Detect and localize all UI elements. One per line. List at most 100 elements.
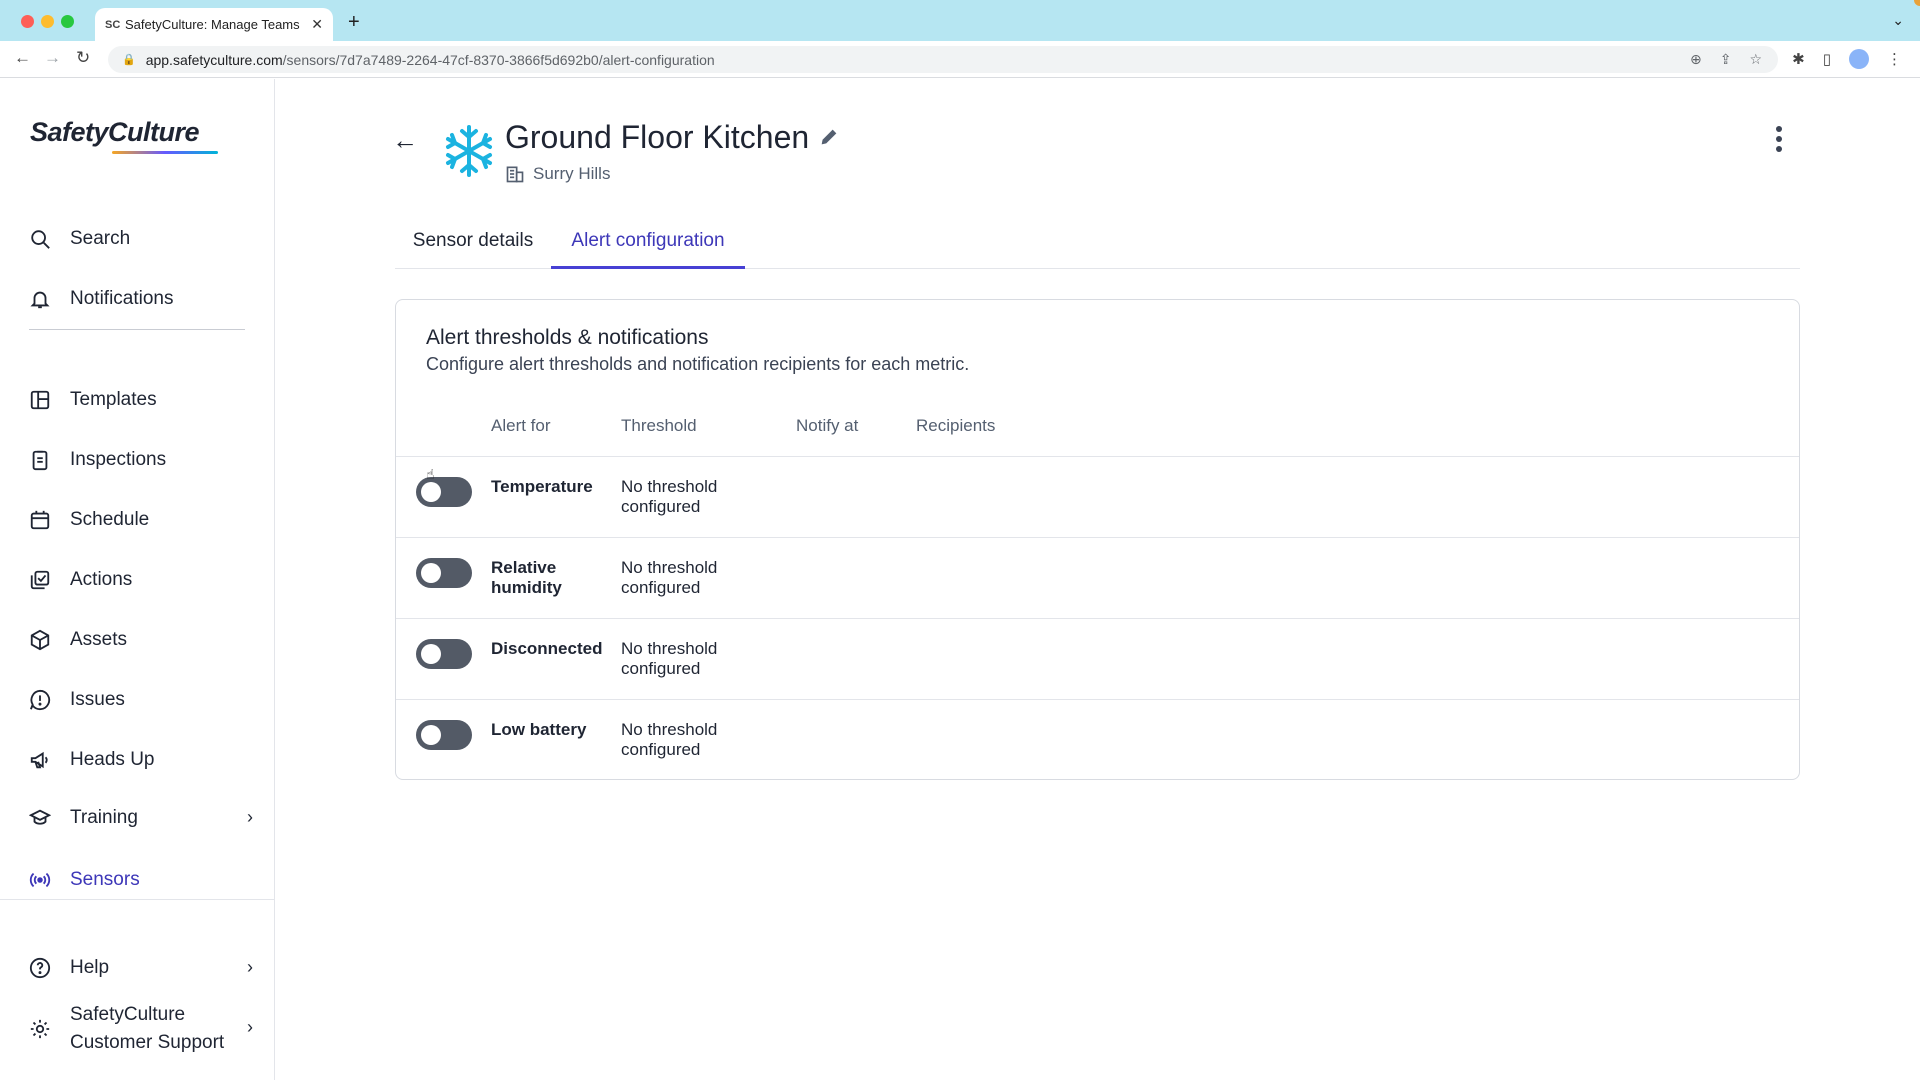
threshold-value: No threshold configured [621, 558, 718, 597]
sidebar: SafetyCulture Search Notifications Templ… [0, 79, 275, 1080]
zoom-icon[interactable]: ⊕ [1690, 51, 1702, 68]
window-maximize-button[interactable] [61, 15, 74, 28]
tab-close-icon[interactable]: ✕ [311, 16, 323, 33]
address-bar[interactable]: 🔒 app.safetyculture.com/sensors/7d7a7489… [108, 46, 1778, 73]
sidebar-item-label: Notifications [70, 288, 174, 309]
tab-sensor-details[interactable]: Sensor details [395, 225, 551, 269]
clipboard-icon [28, 448, 52, 472]
temperature-alert-toggle[interactable] [416, 477, 472, 507]
sidebar-item-label: Help [70, 957, 110, 978]
tab-bar: Sensor details Alert configuration [395, 225, 1800, 269]
url-text: app.safetyculture.com/sensors/7d7a7489-2… [145, 51, 715, 68]
threshold-value: No threshold configured [621, 639, 718, 678]
alert-row-relative-humidity: Relative humidity No threshold configured [396, 537, 1799, 618]
card-description: Configure alert thresholds and notificat… [426, 354, 970, 374]
threshold-value: No threshold configured [621, 477, 718, 516]
forward-icon[interactable]: → [44, 48, 61, 68]
side-panel-icon[interactable]: ▯ [1823, 50, 1831, 68]
back-icon[interactable]: ← [14, 48, 31, 68]
browser-tab-bar: SC SafetyCulture: Manage Teams ✕ + ⌄ [0, 0, 1920, 41]
logo-underline [112, 151, 218, 154]
sensor-icon [28, 868, 52, 892]
sidebar-item-assets[interactable]: Assets [28, 620, 253, 660]
profile-avatar[interactable] [1849, 49, 1869, 69]
sidebar-item-help[interactable]: Help › [28, 948, 253, 988]
disconnected-alert-toggle[interactable] [416, 639, 472, 669]
extensions-puzzle-icon[interactable]: ✱ [1792, 50, 1805, 68]
site-label[interactable]: Surry Hills [533, 164, 610, 184]
sidebar-item-search[interactable]: Search [28, 219, 253, 259]
column-header-threshold: Threshold [621, 416, 697, 435]
sidebar-item-label: Training [70, 807, 138, 828]
building-icon [506, 166, 524, 183]
column-header-recipients: Recipients [916, 416, 996, 435]
sidebar-item-inspections[interactable]: Inspections [28, 440, 253, 480]
search-icon [28, 227, 52, 251]
page-title: Ground Floor Kitchen [505, 119, 810, 155]
sidebar-item-templates[interactable]: Templates [28, 380, 253, 420]
organization-label: SafetyCulture Customer Support [70, 1004, 225, 1053]
sidebar-item-notifications[interactable]: Notifications [28, 279, 253, 319]
snowflake-icon [446, 125, 492, 177]
sidebar-item-label: Actions [70, 569, 133, 590]
corner-indicator [1914, 0, 1920, 6]
browser-menu-icon[interactable]: ⋮ [1887, 50, 1902, 68]
window-close-button[interactable] [21, 15, 34, 28]
lock-icon: 🔒 [122, 54, 136, 66]
pencil-edit-icon[interactable] [818, 126, 840, 148]
metric-label: Relative humidity [491, 558, 562, 597]
tab-alert-configuration[interactable]: Alert configuration [551, 225, 745, 269]
column-header-notify-at: Notify at [796, 416, 859, 435]
calendar-icon [28, 508, 52, 532]
reload-icon[interactable]: ↻ [76, 48, 90, 68]
relative-humidity-alert-toggle[interactable] [416, 558, 472, 588]
graduation-cap-icon [28, 806, 52, 830]
card-title: Alert thresholds & notifications [426, 326, 709, 349]
alert-thresholds-card: Alert thresholds & notifications Configu… [395, 299, 1800, 780]
sidebar-divider [29, 329, 245, 330]
sidebar-item-issues[interactable]: Issues [28, 680, 253, 720]
gear-icon [28, 1017, 52, 1041]
window-minimize-button[interactable] [41, 15, 54, 28]
browser-tab[interactable]: SC SafetyCulture: Manage Teams ✕ [95, 8, 333, 41]
sidebar-item-organization[interactable]: SafetyCulture Customer Support › [28, 999, 253, 1059]
threshold-value: No threshold configured [621, 720, 718, 759]
sidebar-item-label: Inspections [70, 449, 167, 470]
cube-icon [28, 628, 52, 652]
column-header-alert-for: Alert for [491, 416, 551, 435]
share-icon[interactable]: ⇪ [1720, 51, 1732, 68]
chevron-right-icon: › [247, 957, 253, 977]
sidebar-item-heads-up[interactable]: Heads Up [28, 740, 253, 780]
bookmark-star-icon[interactable]: ☆ [1749, 51, 1762, 68]
sidebar-item-training[interactable]: Training › [28, 798, 253, 838]
sidebar-item-label: Heads Up [70, 749, 155, 770]
extension-icons: ✱ ▯ ⋮ [1792, 49, 1902, 69]
address-bar-icons: ⊕ ⇪ ☆ [1690, 51, 1762, 68]
metric-label: Low battery [491, 720, 587, 739]
back-arrow-icon[interactable]: ← [392, 125, 418, 156]
sidebar-item-label: Templates [70, 389, 157, 410]
low-battery-alert-toggle[interactable] [416, 720, 472, 750]
sidebar-item-schedule[interactable]: Schedule [28, 500, 253, 540]
more-options-icon[interactable] [1769, 125, 1789, 155]
safetyculture-logo[interactable]: SafetyCulture [30, 117, 200, 148]
new-tab-icon[interactable]: + [348, 11, 360, 34]
tab-title: SafetyCulture: Manage Teams [125, 17, 300, 32]
bell-icon [28, 287, 52, 311]
browser-toolbar: ← → ↻ 🔒 app.safetyculture.com/sensors/7d… [0, 41, 1920, 78]
actions-icon [28, 568, 52, 592]
sidebar-item-label: Search [70, 228, 131, 249]
alert-row-low-battery: Low battery No threshold configured [396, 699, 1799, 780]
sidebar-item-label: Assets [70, 629, 128, 650]
chevron-right-icon: › [247, 1017, 253, 1037]
sidebar-divider [0, 899, 275, 900]
alert-row-disconnected: Disconnected No threshold configured [396, 618, 1799, 699]
help-icon [28, 956, 52, 980]
megaphone-icon [28, 748, 52, 772]
templates-icon [28, 388, 52, 412]
sidebar-item-label: Sensors [70, 869, 140, 890]
sidebar-item-sensors[interactable]: Sensors [28, 860, 253, 900]
sidebar-item-label: Issues [70, 689, 125, 710]
tab-search-chevron-icon[interactable]: ⌄ [1892, 12, 1904, 29]
sidebar-item-actions[interactable]: Actions [28, 560, 253, 600]
